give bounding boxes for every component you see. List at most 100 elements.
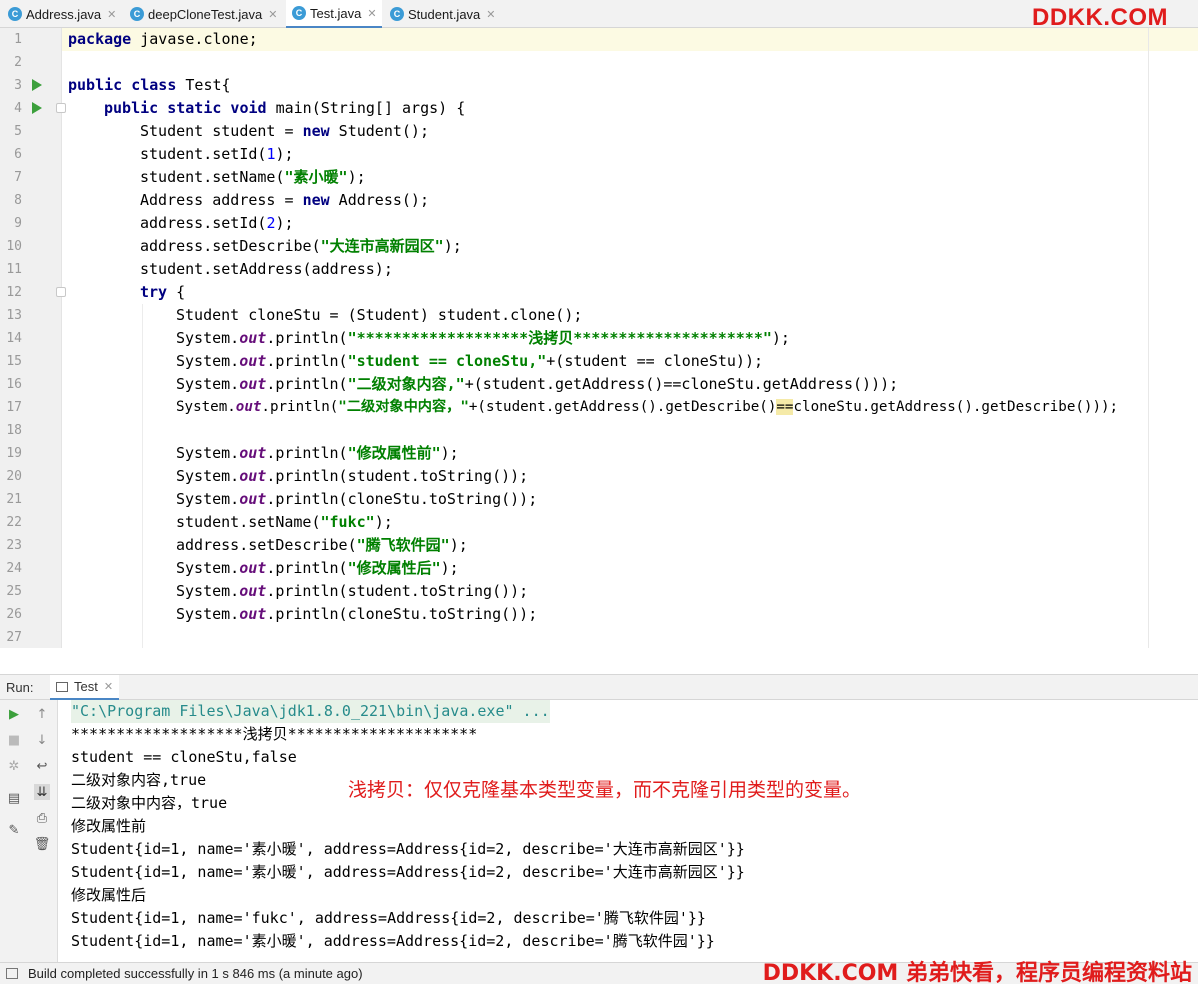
pin-icon[interactable]: ✎ [6,822,22,838]
line-number: 25 [6,584,22,599]
console-output[interactable]: "C:\Program Files\Java\jdk1.8.0_221\bin\… [58,700,1198,962]
line-number: 20 [6,469,22,484]
build-status-icon[interactable] [6,968,18,979]
line-number: 21 [6,492,22,507]
line-number: 23 [6,538,22,553]
console-line: 修改属性后 [71,886,147,904]
line-number: 12 [6,285,22,300]
code-line: System.out.println("修改属性前"); [176,444,459,462]
annotation-note: 浅拷贝：仅仅克隆基本类型变量，而不克隆引用类型的变量。 [348,779,862,801]
run-tab-test[interactable]: Test ✕ [50,675,120,700]
up-arrow-icon[interactable]: ↑ [34,706,50,722]
trash-icon[interactable]: 🗑 [34,836,51,852]
tab-test-java[interactable]: C Test.java ✕ [286,0,382,29]
code-line: Student cloneStu = (Student) student.clo… [176,306,583,324]
code-line: System.out.println(student.toString()); [176,467,529,485]
code-line: Address address = new Address(); [140,191,429,209]
class-icon: C [8,7,22,21]
code-line: student.setId(1); [140,145,294,163]
tab-label: deepCloneTest.java [148,6,263,22]
right-margin-guide [1148,28,1149,648]
tab-label: Student.java [408,6,481,22]
build-status-text: Build completed successfully in 1 s 846 … [28,966,363,981]
console-line: "C:\Program Files\Java\jdk1.8.0_221\bin\… [71,700,550,723]
console-line: Student{id=1, name='素小暖', address=Addres… [71,863,745,881]
code-line: System.out.println("修改属性后"); [176,559,459,577]
run-toolbar: ▶ ↑ ■ ↓ ✲ ↩ ▤ ⇊ ⎙ ✎ 🗑 [0,700,58,962]
code-line: try { [140,283,186,301]
run-icon[interactable]: ▶ [6,706,22,722]
line-number: 6 [14,147,22,162]
run-label: Run: [6,680,34,695]
tab-label: Test.java [310,5,362,21]
run-main-icon[interactable] [32,102,42,114]
code-line: address.setDescribe("腾飞软件园"); [176,536,468,554]
layout-icon[interactable]: ▤ [6,790,22,806]
line-number: 15 [6,354,22,369]
soft-wrap-icon[interactable]: ↩ [34,758,50,774]
code-editor[interactable]: 1 2 3 4 5 6 7 8 9 10 11 12 13 14 15 16 1… [0,28,1198,648]
close-icon[interactable]: ✕ [486,8,495,21]
status-bar: Build completed successfully in 1 s 846 … [0,961,1198,984]
editor-gutter: 1 2 3 4 5 6 7 8 9 10 11 12 13 14 15 16 1… [0,28,66,648]
line-number: 13 [6,308,22,323]
line-number: 17 [6,400,22,415]
run-panel-header: Run: Test ✕ [0,674,1198,700]
line-number: 8 [14,193,22,208]
class-icon: C [130,7,144,21]
fold-icon[interactable] [56,103,66,113]
line-number: 4 [14,101,22,116]
tab-student-java[interactable]: C Student.java ✕ [390,0,500,28]
console-line: 二级对象内容,true [71,771,207,789]
class-icon: C [292,6,306,20]
down-arrow-icon[interactable]: ↓ [34,732,50,748]
code-line: System.out.println("二级对象中内容，"+(student.g… [176,399,1119,415]
close-icon[interactable]: ✕ [268,8,277,21]
line-number: 26 [6,607,22,622]
code-line: System.out.println(cloneStu.toString()); [176,490,538,508]
indent-guide [142,304,143,648]
code-line: student.setName("fukc"); [176,513,393,531]
scroll-to-end-icon[interactable]: ⇊ [34,784,50,800]
code-line: System.out.println(cloneStu.toString()); [176,605,538,623]
line-number: 18 [6,423,22,438]
close-icon[interactable]: ✕ [104,680,113,693]
console-line: 修改属性前 [71,817,147,835]
line-number: 3 [14,78,22,93]
console-icon [56,681,68,692]
line-number: 7 [14,170,22,185]
line-number: 11 [6,262,22,277]
code-line: package javase.clone; [68,30,258,48]
console-line: student == cloneStu,false [71,748,297,766]
line-number: 22 [6,515,22,530]
code-line: public static void main(String[] args) { [104,99,466,117]
code-line: Student student = new Student(); [140,122,429,140]
tab-deepclonetest-java[interactable]: C deepCloneTest.java ✕ [130,0,280,28]
console-line: 二级对象中内容，true [71,794,228,812]
run-tab-label: Test [74,679,98,694]
fold-icon[interactable] [56,287,66,297]
line-number: 24 [6,561,22,576]
close-icon[interactable]: ✕ [367,7,376,20]
code-line: address.setId(2); [140,214,294,232]
run-class-icon[interactable] [32,79,42,91]
debug-icon[interactable]: ✲ [6,758,22,774]
close-icon[interactable]: ✕ [107,8,116,21]
tab-address-java[interactable]: C Address.java ✕ [8,0,118,28]
line-number: 2 [14,55,22,70]
line-number: 19 [6,446,22,461]
watermark-footer: DDKK.COM 弟弟快看，程序员编程资料站 [762,961,1192,984]
line-number: 14 [6,331,22,346]
code-line: student.setName("素小暖"); [140,168,366,186]
editor-tab-bar: C Address.java ✕ C deepCloneTest.java ✕ … [0,0,1198,31]
code-line: address.setDescribe("大连市高新园区"); [140,237,462,255]
line-number: 9 [14,216,22,231]
stop-icon[interactable]: ■ [6,732,22,748]
code-line: System.out.println("二级对象内容,"+(student.ge… [176,375,899,393]
console-line: Student{id=1, name='fukc', address=Addre… [71,909,706,927]
code-line: System.out.println(student.toString()); [176,582,529,600]
print-icon[interactable]: ⎙ [34,810,50,826]
line-number: 5 [14,124,22,139]
line-number: 10 [6,239,22,254]
class-icon: C [390,7,404,21]
